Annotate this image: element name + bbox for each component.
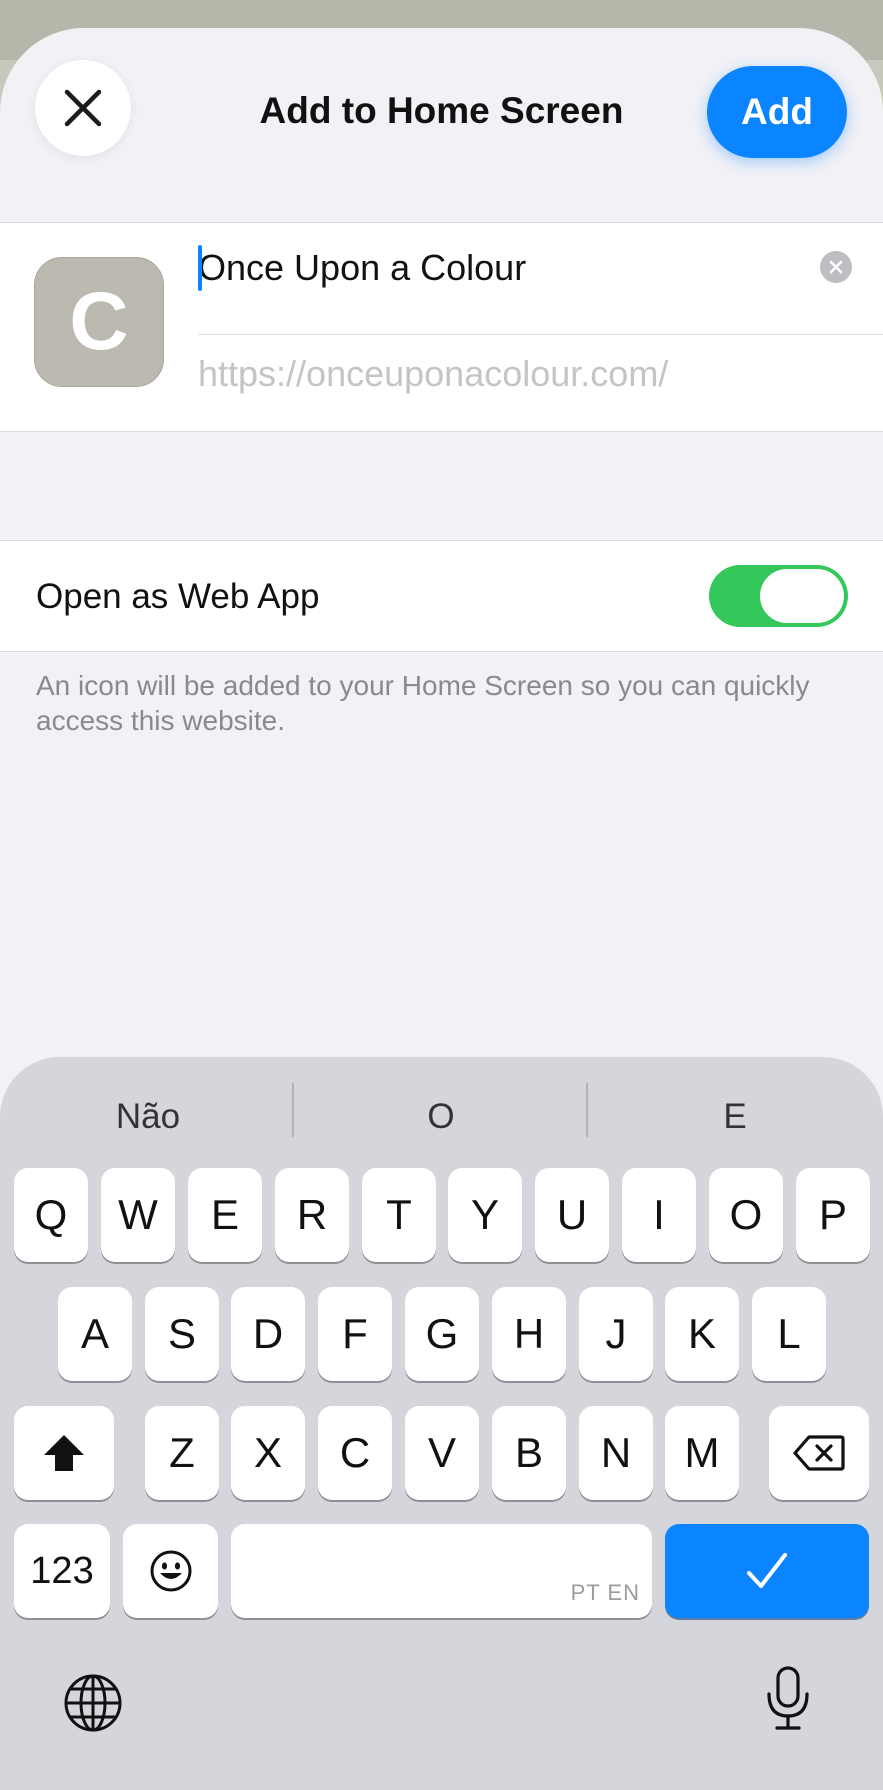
numbers-key[interactable]: 123	[14, 1524, 110, 1618]
key-k[interactable]: K	[665, 1287, 739, 1381]
key-l[interactable]: L	[752, 1287, 826, 1381]
key-s[interactable]: S	[145, 1287, 219, 1381]
key-i[interactable]: I	[622, 1168, 696, 1262]
suggestion-1[interactable]: Não	[3, 1087, 293, 1147]
web-app-label: Open as Web App	[36, 577, 320, 616]
microphone-icon	[767, 1666, 809, 1730]
web-app-toggle[interactable]	[709, 565, 848, 627]
key-c[interactable]: C	[318, 1406, 392, 1500]
text-caret	[198, 245, 202, 291]
key-w[interactable]: W	[101, 1168, 175, 1262]
bookmark-card: C https://onceuponacolour.com/	[0, 222, 883, 432]
name-field[interactable]	[198, 247, 798, 289]
clear-icon	[829, 260, 843, 274]
emoji-icon	[150, 1550, 191, 1592]
delete-key[interactable]	[769, 1406, 869, 1500]
key-o[interactable]: O	[709, 1168, 783, 1262]
checkmark-icon	[747, 1553, 787, 1588]
key-g[interactable]: G	[405, 1287, 479, 1381]
key-y[interactable]: Y	[448, 1168, 522, 1262]
key-x[interactable]: X	[231, 1406, 305, 1500]
suggestion-divider	[292, 1083, 294, 1137]
clear-text-button[interactable]	[820, 251, 852, 283]
name-row	[198, 223, 883, 335]
key-r[interactable]: R	[275, 1168, 349, 1262]
key-u[interactable]: U	[535, 1168, 609, 1262]
key-e[interactable]: E	[188, 1168, 262, 1262]
suggestion-3[interactable]: E	[590, 1087, 880, 1147]
delete-icon	[793, 1435, 845, 1471]
web-app-row: Open as Web App	[0, 540, 883, 652]
toggle-knob	[760, 569, 844, 623]
globe-button[interactable]	[61, 1671, 125, 1735]
key-d[interactable]: D	[231, 1287, 305, 1381]
key-v[interactable]: V	[405, 1406, 479, 1500]
done-key[interactable]	[665, 1524, 869, 1618]
key-f[interactable]: F	[318, 1287, 392, 1381]
language-indicator: PT EN	[570, 1580, 640, 1605]
key-t[interactable]: T	[362, 1168, 436, 1262]
key-a[interactable]: A	[58, 1287, 132, 1381]
key-p[interactable]: P	[796, 1168, 870, 1262]
dictation-button[interactable]	[756, 1666, 820, 1731]
key-q[interactable]: Q	[14, 1168, 88, 1262]
key-h[interactable]: H	[492, 1287, 566, 1381]
footnote-text: An icon will be added to your Home Scree…	[36, 670, 810, 736]
suggestion-divider	[586, 1083, 588, 1137]
close-button[interactable]	[35, 60, 131, 156]
shift-icon	[44, 1435, 84, 1471]
key-m[interactable]: M	[665, 1406, 739, 1500]
key-j[interactable]: J	[579, 1287, 653, 1381]
key-z[interactable]: Z	[145, 1406, 219, 1500]
app-icon-preview: C	[34, 257, 164, 387]
space-key[interactable]: PT EN	[231, 1524, 652, 1618]
url-label: https://onceuponacolour.com/	[198, 353, 669, 394]
suggestion-2[interactable]: O	[296, 1087, 586, 1147]
close-icon	[64, 89, 102, 127]
add-button[interactable]: Add	[707, 66, 847, 158]
emoji-key[interactable]	[123, 1524, 218, 1618]
shift-key[interactable]	[14, 1406, 114, 1500]
key-n[interactable]: N	[579, 1406, 653, 1500]
globe-icon	[64, 1674, 122, 1732]
key-b[interactable]: B	[492, 1406, 566, 1500]
sheet-title: Add to Home Screen	[259, 90, 624, 131]
keyboard: Não O E Q W E R T Y U I O P A S D F G H …	[0, 1057, 883, 1790]
